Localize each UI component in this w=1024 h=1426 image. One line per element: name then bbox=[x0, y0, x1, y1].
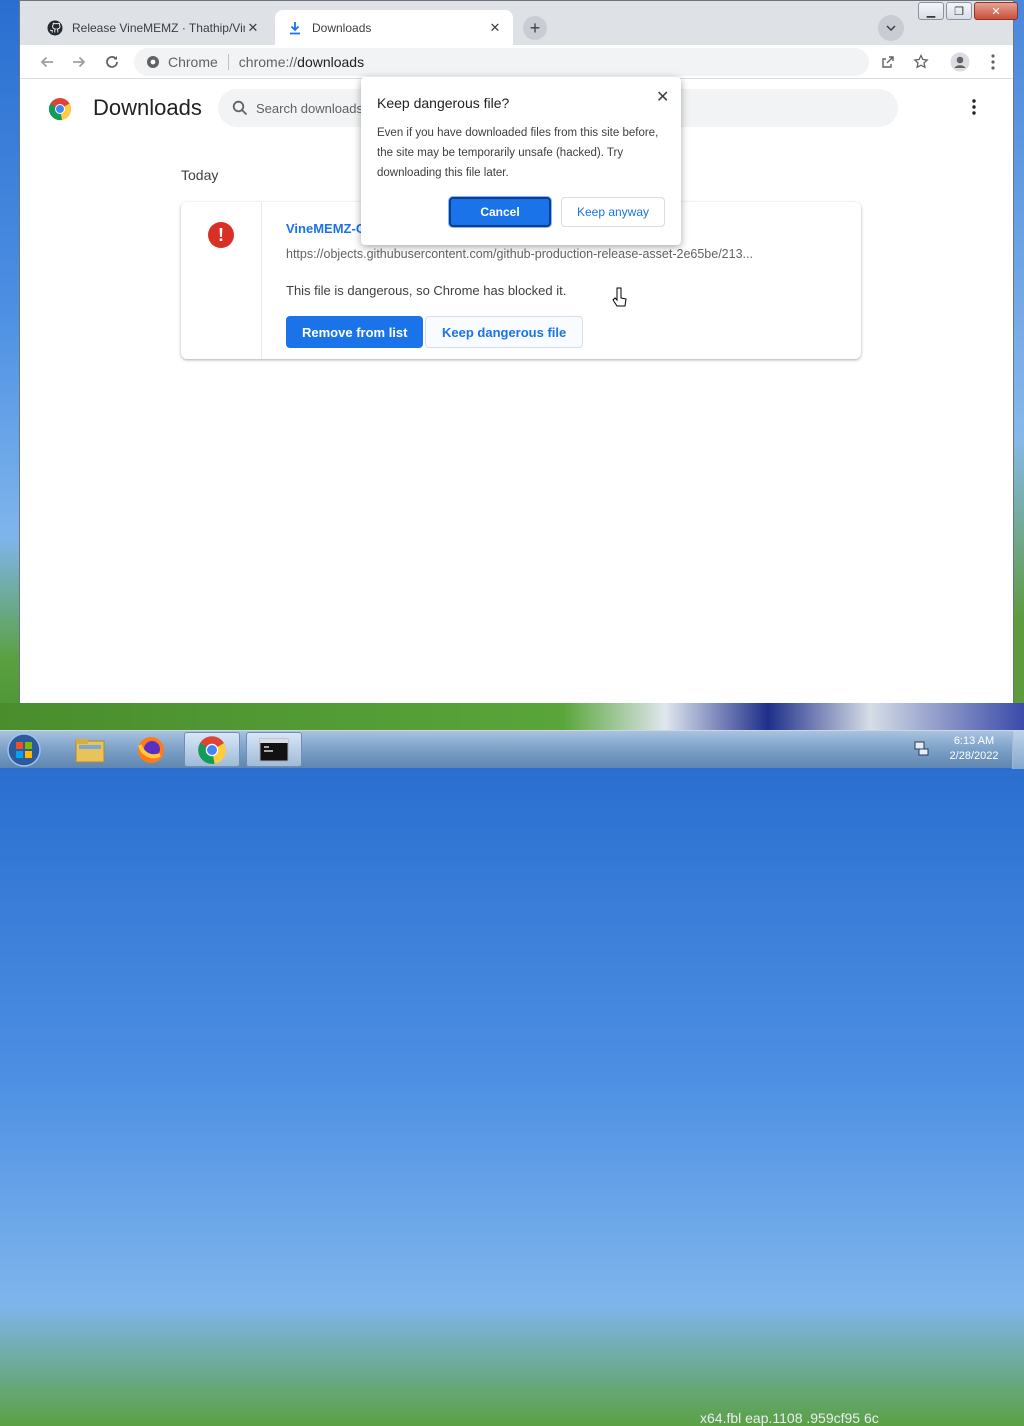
site-label: Chrome bbox=[168, 54, 218, 70]
github-icon bbox=[47, 20, 63, 36]
date-section-label: Today bbox=[181, 167, 219, 183]
chevron-down-icon bbox=[886, 25, 896, 31]
taskbar-cmd[interactable] bbox=[246, 732, 302, 767]
download-source-url[interactable]: https://objects.githubusercontent.com/gi… bbox=[286, 247, 753, 261]
tab-title: Release VineMEMZ · Thathip/VineMEMZ bbox=[72, 20, 245, 35]
download-item-icon-column: ! bbox=[181, 202, 262, 359]
taskbar: 6:13 AM 2/28/2022 bbox=[0, 730, 1024, 769]
tab-release[interactable]: Release VineMEMZ · Thathip/VineMEMZ ✕ bbox=[35, 10, 271, 45]
new-tab-button[interactable]: + bbox=[523, 16, 547, 40]
dialog-body: Even if you have downloaded files from t… bbox=[377, 127, 659, 179]
tab-title: Downloads bbox=[312, 20, 372, 35]
profile-avatar-icon[interactable] bbox=[950, 52, 970, 72]
maximize-button[interactable]: ❐ bbox=[946, 2, 972, 20]
tab-search-button[interactable] bbox=[878, 15, 904, 41]
keep-dangerous-file-button[interactable]: Keep dangerous file bbox=[425, 316, 584, 348]
downloads-menu-icon[interactable] bbox=[972, 99, 976, 118]
url-text: chrome://downloads bbox=[239, 54, 364, 70]
clock-date: 2/28/2022 bbox=[949, 750, 999, 762]
minimize-button[interactable]: ▁ bbox=[918, 2, 944, 20]
desktop-wallpaper-bottom: x64.fbl eap.1108 .959cf95 6c bbox=[0, 703, 1024, 1426]
firefox-icon bbox=[138, 736, 164, 763]
url-path: downloads bbox=[297, 54, 365, 70]
download-icon bbox=[287, 20, 303, 36]
taskbar-firefox[interactable] bbox=[123, 732, 179, 767]
close-icon[interactable]: ✕ bbox=[487, 20, 503, 36]
taskbar-chrome[interactable] bbox=[184, 732, 240, 767]
show-desktop-button[interactable] bbox=[1012, 731, 1024, 769]
command-prompt-icon bbox=[259, 738, 289, 761]
network-icon[interactable] bbox=[913, 740, 929, 759]
omnibox-divider bbox=[227, 54, 229, 70]
windows-logo-icon bbox=[7, 733, 41, 767]
desktop-wallpaper bbox=[1014, 0, 1024, 730]
site-info[interactable]: Chrome bbox=[134, 54, 218, 70]
clock-time: 6:13 AM bbox=[953, 735, 995, 747]
chrome-window: Release VineMEMZ · Thathip/VineMEMZ ✕ Do… bbox=[19, 0, 1018, 703]
search-icon bbox=[232, 100, 248, 116]
menu-kebab-icon[interactable] bbox=[983, 52, 1003, 72]
keep-anyway-button[interactable]: Keep anyway bbox=[561, 197, 665, 227]
folder-icon bbox=[75, 738, 105, 762]
url-prefix: chrome:// bbox=[238, 54, 298, 70]
dialog-title: Keep dangerous file? bbox=[377, 95, 510, 111]
chrome-site-icon bbox=[147, 56, 159, 68]
keep-dangerous-dialog: Keep dangerous file? ✕ Even if you have … bbox=[361, 77, 681, 245]
start-button[interactable] bbox=[4, 732, 44, 768]
taskbar-explorer[interactable] bbox=[62, 732, 118, 767]
download-file-name[interactable]: VineMEMZ-C bbox=[286, 221, 365, 236]
page-content: Downloads Search downloads Today ! VineM… bbox=[20, 77, 1013, 703]
search-placeholder: Search downloads bbox=[256, 100, 363, 116]
window-close-button[interactable]: ✕ bbox=[974, 2, 1018, 20]
danger-warning-icon: ! bbox=[208, 222, 234, 248]
bookmark-star-icon[interactable] bbox=[911, 52, 931, 72]
remove-from-list-button[interactable]: Remove from list bbox=[286, 316, 424, 348]
back-icon[interactable] bbox=[36, 51, 58, 73]
chrome-icon bbox=[198, 735, 226, 764]
page-title: Downloads bbox=[93, 95, 202, 120]
system-clock[interactable]: 6:13 AM 2/28/2022 bbox=[940, 734, 1008, 764]
download-status: This file is dangerous, so Chrome has bl… bbox=[286, 283, 567, 298]
mouse-cursor-icon bbox=[612, 287, 628, 312]
close-icon[interactable]: ✕ bbox=[656, 87, 669, 107]
reload-icon[interactable] bbox=[101, 51, 123, 73]
tab-strip: Release VineMEMZ · Thathip/VineMEMZ ✕ Do… bbox=[20, 1, 1018, 45]
window-controls: ▁ ❐ ✕ bbox=[916, 2, 1018, 20]
toolbar: Chrome chrome://downloads bbox=[20, 45, 1013, 79]
cancel-button[interactable]: Cancel bbox=[449, 197, 551, 227]
tab-downloads[interactable]: Downloads ✕ bbox=[275, 10, 513, 45]
chrome-logo-icon bbox=[48, 97, 72, 124]
forward-icon[interactable] bbox=[68, 51, 90, 73]
desktop-overlay-text: x64.fbl eap.1108 .959cf95 6c bbox=[700, 1410, 879, 1426]
address-bar[interactable]: Chrome chrome://downloads bbox=[134, 48, 869, 76]
close-icon[interactable]: ✕ bbox=[245, 20, 261, 36]
share-icon[interactable] bbox=[878, 52, 898, 72]
